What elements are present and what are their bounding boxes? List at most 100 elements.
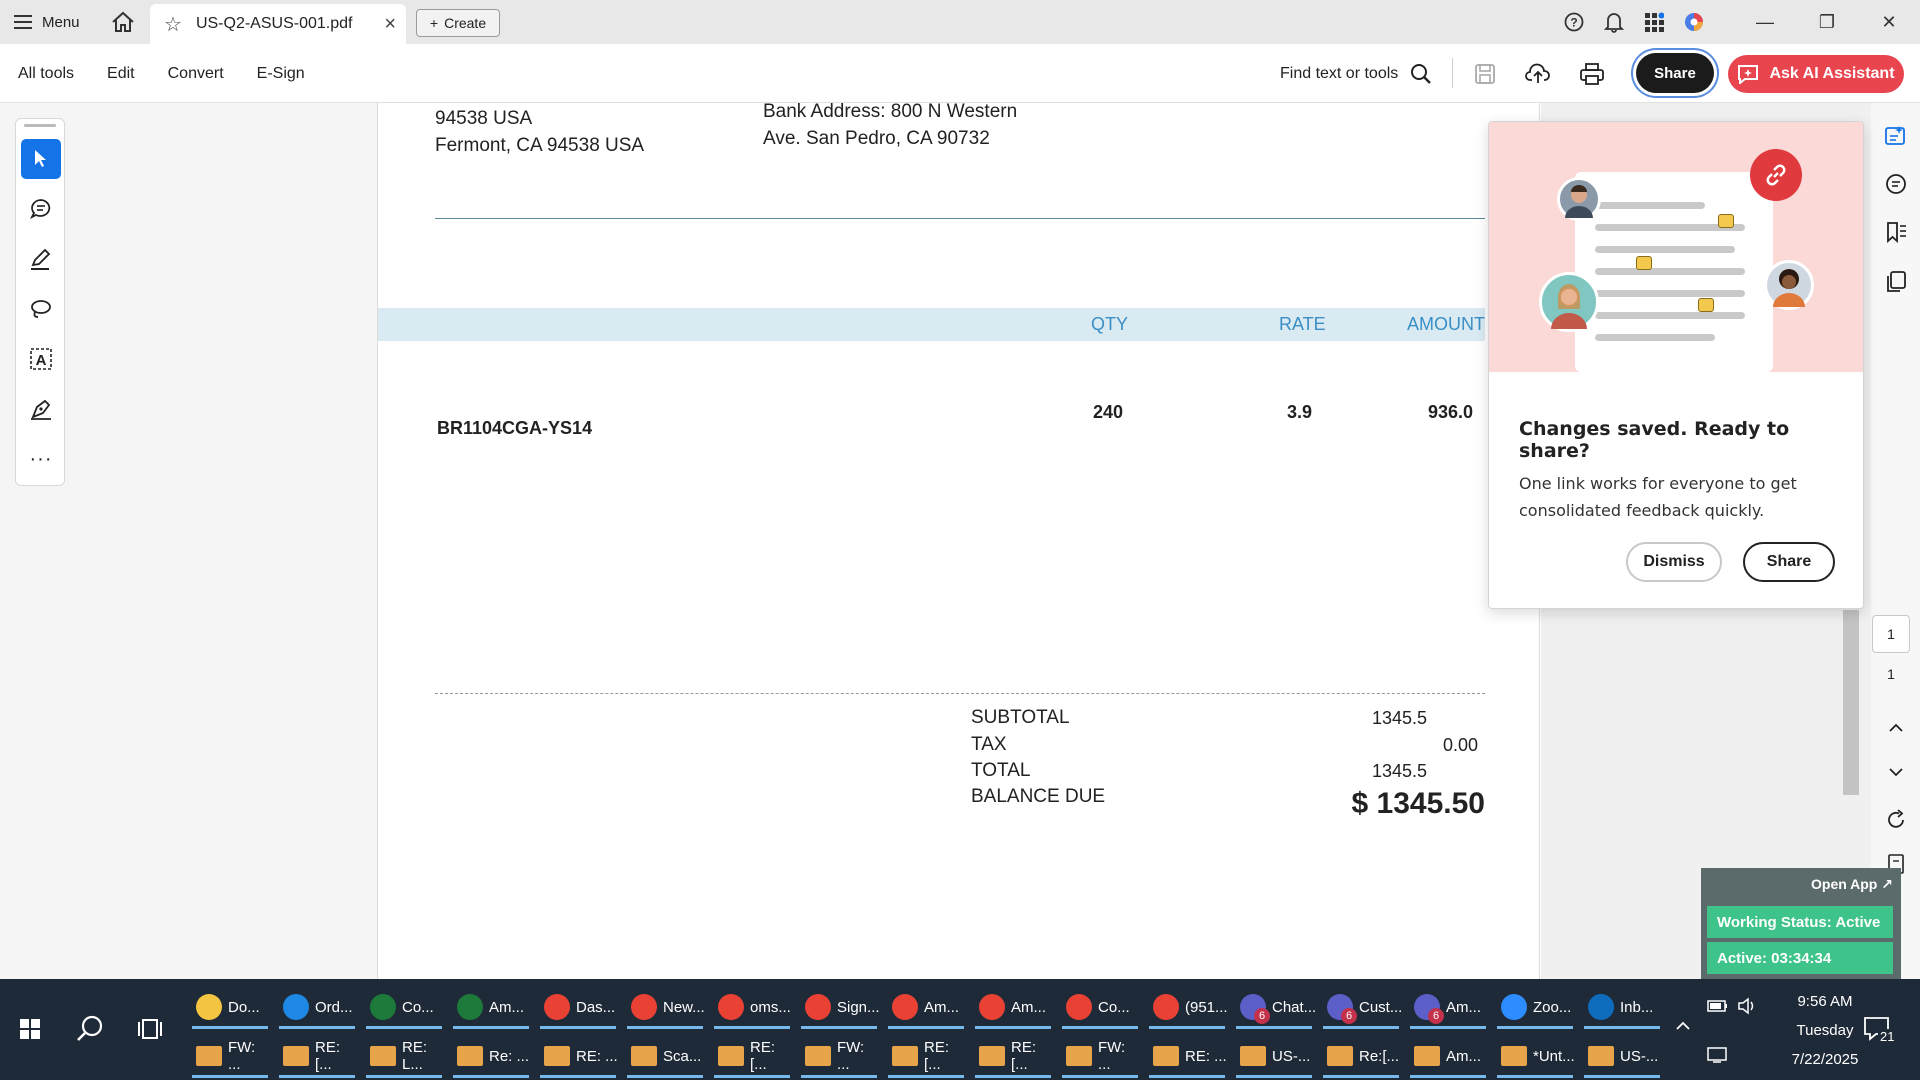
task-view-button[interactable]: [130, 1009, 170, 1049]
mail-envelope-icon: [370, 1046, 396, 1066]
taskbar-window-item[interactable]: RE: ...: [540, 1036, 618, 1078]
taskbar-item-label: FW: ...: [1098, 1039, 1126, 1073]
comments-panel-icon[interactable]: [1883, 171, 1909, 197]
scrollbar-thumb[interactable]: [1843, 610, 1859, 795]
current-page-input[interactable]: 1: [1872, 615, 1910, 653]
taskbar-window-item[interactable]: RE: ...: [1149, 1036, 1227, 1078]
taskbar-search-button[interactable]: [70, 1009, 110, 1049]
minimize-icon[interactable]: —: [1734, 0, 1796, 44]
illustration-document: [1575, 172, 1773, 372]
taskbar-app-item[interactable]: Do...: [192, 987, 270, 1029]
more-tools[interactable]: ···: [21, 439, 61, 479]
close-window-icon[interactable]: ✕: [1858, 0, 1920, 44]
taskbar-app-item[interactable]: Sign...: [801, 987, 880, 1029]
search-icon: [1411, 63, 1432, 84]
bookmark-panel-icon[interactable]: [1883, 219, 1909, 245]
taskbar-item-label: Co...: [1098, 998, 1130, 1016]
restore-icon[interactable]: ❐: [1796, 0, 1858, 44]
create-label: Create: [444, 15, 487, 31]
pages-panel-icon[interactable]: [1883, 269, 1909, 295]
draw-tool[interactable]: [21, 289, 61, 329]
taskbar-app-item[interactable]: Am...: [975, 987, 1053, 1029]
dismiss-button[interactable]: Dismiss: [1626, 542, 1722, 582]
text-box-icon: A: [30, 348, 52, 370]
taskbar-item-label: (951...: [1185, 998, 1228, 1016]
taskbar-app-item[interactable]: Co...: [366, 987, 444, 1029]
battery-icon[interactable]: [1707, 999, 1729, 1013]
menu-all-tools[interactable]: All tools: [18, 65, 74, 83]
taskbar-item-label: Inb...: [1620, 998, 1654, 1016]
taskbar-window-item[interactable]: Sca...: [627, 1036, 705, 1078]
taskbar-window-item[interactable]: RE: [...: [888, 1036, 966, 1078]
create-button[interactable]: + Create: [416, 9, 500, 37]
share-toolbar-button[interactable]: Share: [1636, 53, 1714, 93]
taskbar-window-item[interactable]: US-...: [1584, 1036, 1662, 1078]
total-value: 1345.5: [1371, 761, 1427, 781]
popup-body: One link works for everyone to get conso…: [1519, 474, 1797, 520]
close-tab-icon[interactable]: ×: [384, 13, 396, 36]
start-button[interactable]: [10, 1009, 50, 1049]
taskbar-window-item[interactable]: RE: [...: [714, 1036, 792, 1078]
pen-icon: [31, 248, 51, 270]
notification-center-button[interactable]: 21: [1862, 1015, 1897, 1045]
chevron-down-icon[interactable]: [1883, 759, 1909, 785]
text-box-tool[interactable]: A: [21, 339, 61, 379]
select-tool[interactable]: [21, 139, 61, 179]
document-tab[interactable]: ☆ US-Q2-ASUS-001.pdf ×: [150, 4, 406, 44]
taskbar-app-item[interactable]: Am...: [888, 987, 966, 1029]
taskbar-window-item[interactable]: Re: ...: [453, 1036, 531, 1078]
taskbar-app-item[interactable]: Am...: [453, 987, 531, 1029]
menu-edit[interactable]: Edit: [107, 65, 135, 83]
highlight-tool[interactable]: [21, 239, 61, 279]
taskbar-app-item[interactable]: Das...: [540, 987, 618, 1029]
chevron-up-icon[interactable]: [1883, 715, 1909, 741]
taskbar-window-item[interactable]: RE: L...: [366, 1036, 444, 1078]
network-icon[interactable]: [1707, 1046, 1729, 1064]
taskbar-window-item[interactable]: US-...: [1236, 1036, 1314, 1078]
taskbar-app-item[interactable]: Zoo...: [1497, 987, 1575, 1029]
ask-ai-assistant-button[interactable]: Ask AI Assistant: [1728, 55, 1904, 93]
divider-line: [435, 218, 1485, 219]
taskbar-app-item[interactable]: 6 Chat...: [1236, 987, 1316, 1029]
print-icon[interactable]: [1577, 59, 1607, 89]
bell-icon[interactable]: [1594, 0, 1634, 44]
menu-convert[interactable]: Convert: [168, 65, 224, 83]
taskbar-window-item[interactable]: Re:[...: [1323, 1036, 1401, 1078]
taskbar-app-item[interactable]: oms...: [714, 987, 792, 1029]
app-icon: [1153, 994, 1179, 1020]
taskbar-window-item[interactable]: Am...: [1410, 1036, 1488, 1078]
save-icon[interactable]: [1470, 59, 1500, 89]
sign-tool[interactable]: [21, 389, 61, 429]
find-tools-button[interactable]: Find text or tools: [1280, 44, 1432, 103]
menu-button[interactable]: Menu: [14, 0, 80, 44]
taskbar-window-item[interactable]: FW: ...: [1062, 1036, 1140, 1078]
menu-esign[interactable]: E-Sign: [257, 65, 305, 83]
taskbar-app-item[interactable]: Ord...: [279, 987, 357, 1029]
taskbar-app-item[interactable]: Inb...: [1584, 987, 1662, 1029]
taskbar-app-item[interactable]: New...: [627, 987, 705, 1029]
taskbar-app-item[interactable]: 6 Am...: [1410, 987, 1488, 1029]
taskbar-window-item[interactable]: FW: ...: [192, 1036, 270, 1078]
home-button[interactable]: [108, 8, 138, 36]
taskbar-window-item[interactable]: FW: ...: [801, 1036, 879, 1078]
help-icon[interactable]: ?: [1554, 0, 1594, 44]
taskbar-window-item[interactable]: RE: [...: [279, 1036, 357, 1078]
taskbar-window-item[interactable]: *Unt...: [1497, 1036, 1575, 1078]
taskbar-app-item[interactable]: Co...: [1062, 987, 1140, 1029]
taskbar-window-item[interactable]: RE: [...: [975, 1036, 1053, 1078]
refresh-icon[interactable]: [1883, 807, 1909, 833]
star-icon[interactable]: ☆: [164, 12, 182, 37]
taskbar-app-item[interactable]: (951...: [1149, 987, 1228, 1029]
ai-colorful-icon[interactable]: [1674, 0, 1714, 44]
rail-grip[interactable]: [24, 124, 56, 127]
taskbar-app-item[interactable]: 6 Cust...: [1323, 987, 1402, 1029]
open-app-link[interactable]: Open App ↗: [1811, 876, 1893, 893]
ai-panel-icon[interactable]: [1883, 123, 1909, 149]
cloud-upload-icon[interactable]: [1523, 59, 1553, 89]
bank-address-line2: Ave. San Pedro, CA 90732: [763, 128, 990, 149]
apps-grid-icon[interactable]: [1634, 0, 1674, 44]
chevron-up-icon[interactable]: [1675, 1021, 1691, 1031]
comment-tool[interactable]: [21, 189, 61, 229]
share-button[interactable]: Share: [1743, 542, 1835, 582]
volume-icon[interactable]: [1737, 997, 1759, 1015]
